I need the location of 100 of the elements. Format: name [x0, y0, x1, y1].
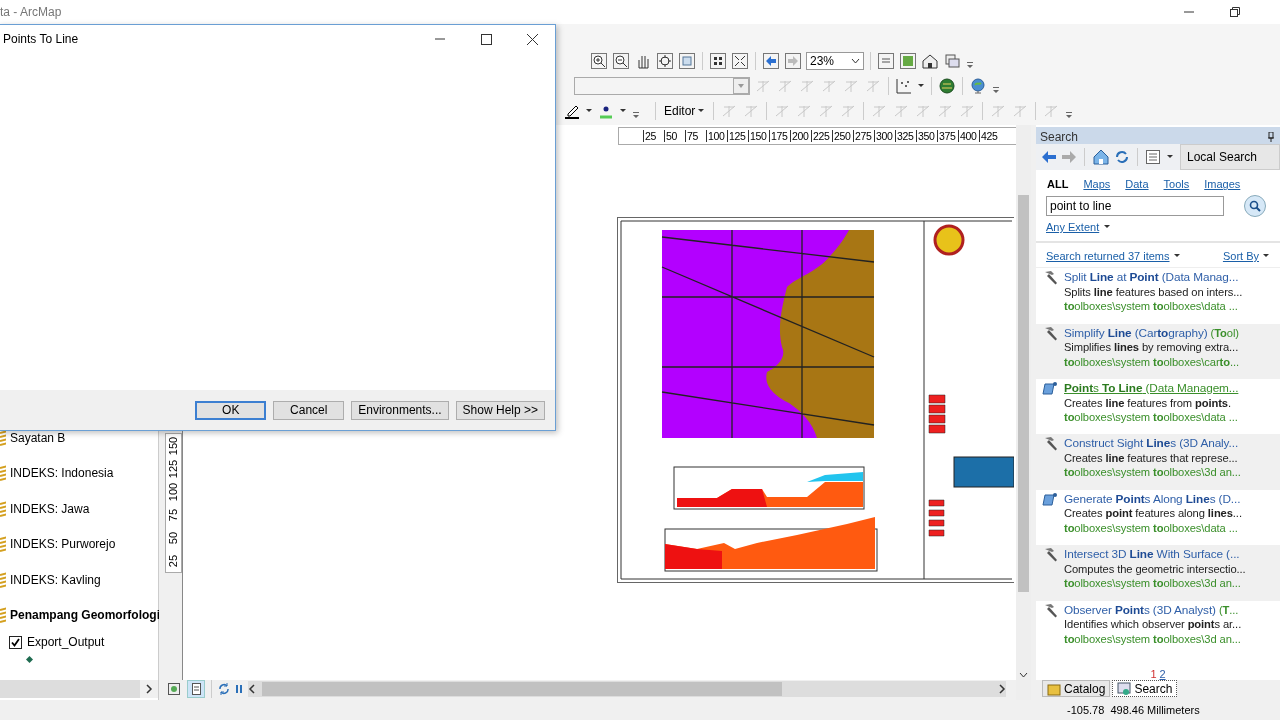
layers-icon [0, 500, 6, 517]
close-icon [526, 33, 538, 45]
folder-icon [1047, 681, 1061, 696]
result-path: toolboxes\system toolboxes\data ... [1064, 520, 1239, 536]
layer-checkbox[interactable] [9, 635, 22, 649]
page-link[interactable]: 2 [1159, 668, 1166, 680]
layers-icon [0, 465, 6, 482]
page-icon [190, 683, 202, 695]
dialog-button[interactable]: Environments... [351, 400, 449, 420]
result-path: toolboxes\system toolboxes\3d an... [1064, 465, 1241, 480]
script-icon [1042, 491, 1058, 508]
caret-icon[interactable] [917, 81, 925, 90]
layers-icon [0, 536, 6, 553]
result-description: Computes the geometric intersectio... [1064, 561, 1246, 577]
caret-icon [697, 106, 706, 115]
result-title-link[interactable]: Points To Line (Data Managem... [1064, 381, 1239, 396]
zoom-out-icon[interactable] [612, 51, 630, 70]
data-frame-label[interactable]: INDEKS: Indonesia [10, 466, 114, 481]
result-type: (Tool) [1209, 326, 1239, 339]
filter-tab[interactable]: Images [1204, 178, 1241, 191]
window-title: ta - ArcMap [0, 5, 63, 19]
grid-icon[interactable] [709, 51, 727, 70]
search-scope-dropdown[interactable]: Local Search [1180, 144, 1280, 171]
result-description: Identifies which observer points ar... [1064, 617, 1242, 632]
result-title-link[interactable]: Simplify Line (Cartography) [1064, 325, 1208, 340]
caret-icon[interactable] [619, 106, 627, 115]
search-button[interactable] [1244, 195, 1266, 218]
horizontal-scrollbar[interactable] [0, 680, 158, 698]
printer-icon[interactable] [943, 51, 961, 70]
search-field[interactable]: point to line [1046, 196, 1224, 217]
coordinates-readout: -105.78 498.46 Millimeters [1067, 704, 1200, 716]
points-icon[interactable] [895, 76, 913, 95]
expand-icon[interactable] [731, 51, 749, 70]
filter-tab[interactable]: ALL [1047, 178, 1069, 191]
result-path: toolboxes\system toolboxes\carto... [1064, 354, 1239, 370]
results-count-link[interactable]: Search returned 37 items [1046, 250, 1170, 263]
result-type: (T... [1217, 603, 1239, 616]
layout-view-button[interactable] [187, 680, 205, 698]
script-icon [1042, 381, 1058, 398]
caret-icon[interactable] [585, 106, 593, 115]
result-path: toolboxes\system toolboxes\3d an... [1064, 631, 1242, 647]
data-frame-label[interactable]: INDEKS: Purworejo [10, 537, 116, 552]
horizontal-ruler: 25 50 75 100 125 150 175 200 225 250 275 300 325 350 375 400 425 [618, 127, 1016, 145]
point-symbol-icon [26, 655, 33, 663]
full-extent-icon[interactable] [656, 51, 674, 70]
layers-icon [0, 571, 6, 588]
panel-title: Search [1040, 129, 1079, 144]
data-frame-label[interactable]: INDEKS: Jawa [10, 501, 90, 516]
pause-icon[interactable] [234, 684, 244, 694]
restore-icon [1230, 7, 1240, 17]
result-description: Creates point features along lines... [1064, 506, 1242, 521]
filter-tab[interactable]: Maps [1083, 178, 1111, 191]
dialog-button[interactable]: Cancel [273, 400, 345, 420]
result-title-link[interactable]: Split Line at Point (Data Manag... [1064, 270, 1239, 285]
filter-tab[interactable]: Data [1125, 178, 1149, 191]
result-path: toolboxes\system toolboxes\3d an... [1064, 576, 1242, 591]
extent-link[interactable]: Any Extent [1046, 221, 1100, 234]
dialog-button[interactable]: Show Help >> [455, 400, 545, 420]
chevron-down-icon[interactable] [851, 57, 860, 64]
sort-link[interactable]: Sort By [1222, 250, 1259, 263]
minimize-icon [435, 38, 445, 40]
list-view-icon[interactable] [1146, 150, 1160, 165]
pin-icon[interactable] [1268, 131, 1274, 142]
page-icon[interactable] [678, 51, 696, 70]
dock-tab[interactable]: Search [1112, 680, 1178, 697]
result-title-link[interactable]: Intersect 3D Line With Surface (... [1064, 547, 1240, 562]
maximize-icon [480, 33, 492, 45]
filter-tab[interactable]: Tools [1163, 178, 1190, 191]
data-view-button[interactable] [165, 680, 183, 698]
result-description: Simplifies lines by removing extra... [1064, 340, 1239, 355]
layer-label[interactable]: Export_Output [27, 635, 105, 649]
search-icon [1249, 200, 1261, 213]
result-title-link[interactable]: Construct Sight Lines (3D Analy... [1064, 436, 1239, 451]
result-path: toolboxes\system toolboxes\data ... [1064, 410, 1239, 425]
refresh-icon[interactable] [218, 683, 230, 695]
home-icon[interactable] [1093, 149, 1109, 166]
dialog-button[interactable]: OK [195, 400, 267, 420]
globe-stand-icon[interactable] [969, 76, 987, 95]
zoom-in-icon[interactable] [590, 51, 608, 70]
refresh-icon[interactable] [1115, 150, 1129, 165]
horizontal-scrollbar[interactable] [248, 681, 1006, 697]
dock-tab[interactable]: Catalog [1042, 680, 1111, 697]
data-frame-label[interactable]: Sayatan B [10, 430, 66, 445]
map-icon[interactable] [899, 51, 917, 70]
page-link[interactable]: 1 [1150, 668, 1157, 680]
data-frame-label[interactable]: Penampang Geomorfologi [10, 608, 160, 623]
data-frame-label[interactable]: INDEKS: Kavling [10, 572, 101, 587]
document-icon[interactable] [877, 51, 895, 70]
result-title-link[interactable]: Observer Points (3D Analyst) [1064, 602, 1216, 617]
check-icon [11, 637, 20, 647]
back-arrow-icon[interactable] [1042, 151, 1056, 164]
vertical-ruler: 150 125 100 75 50 25 [165, 433, 182, 573]
layers-icon [0, 607, 6, 624]
result-title-link[interactable]: Generate Points Along Lines (D... [1064, 491, 1241, 506]
window-icon [1117, 681, 1132, 696]
result-description: Splits line features based on inters... [1064, 284, 1243, 300]
result-description: Creates line features that represe... [1064, 450, 1239, 466]
editor-menu[interactable]: Editor [662, 103, 708, 118]
zoom-level-dropdown[interactable]: 23% [806, 51, 864, 70]
layers-icon [0, 429, 6, 446]
